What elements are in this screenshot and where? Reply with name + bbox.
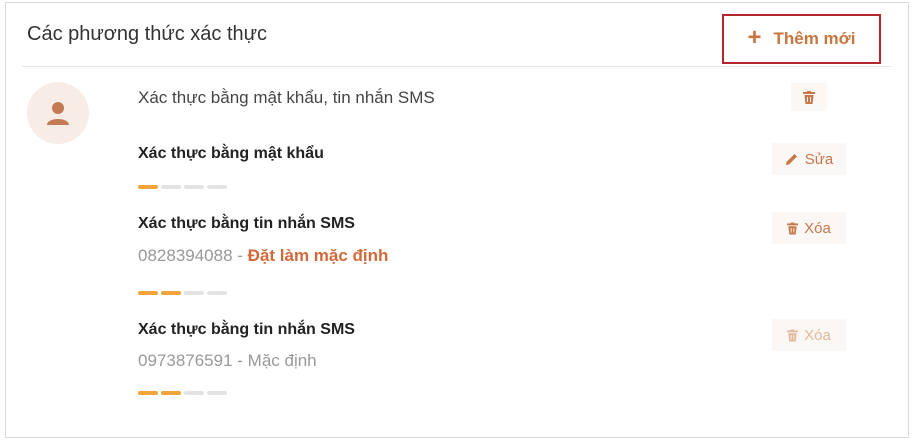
delete-button[interactable]: Xóa [772, 319, 846, 351]
strength-meter [138, 185, 227, 189]
strength-meter [138, 391, 227, 395]
method-title: Xác thực bằng tin nhắn SMS [138, 215, 355, 232]
trash-icon [787, 222, 799, 234]
method-title: Xác thực bằng mật khẩu [138, 145, 324, 162]
separator: - [232, 246, 248, 265]
trash-icon [787, 329, 799, 341]
strength-segment [161, 291, 181, 295]
strength-meter [138, 291, 227, 295]
delete-label: Xóa [804, 219, 831, 237]
strength-segment [138, 391, 158, 395]
auth-methods-panel: Các phương thức xác thực + Thêm mới Xác … [5, 2, 909, 438]
panel-title: Các phương thức xác thực [27, 23, 268, 45]
delete-label: Xóa [804, 326, 831, 344]
pencil-icon [785, 154, 797, 165]
strength-segment [138, 291, 158, 295]
strength-segment [207, 185, 227, 189]
phone-number: 0973876591 [138, 351, 233, 370]
avatar [27, 82, 89, 144]
methods-summary: Xác thực bằng mật khẩu, tin nhắn SMS [138, 88, 435, 107]
strength-segment [184, 391, 204, 395]
default-status: Mặc định [247, 351, 317, 370]
strength-segment [207, 391, 227, 395]
delete-all-button[interactable] [791, 83, 827, 111]
phone-number: 0828394088 [138, 246, 233, 265]
add-new-button[interactable]: + Thêm mới [722, 14, 881, 64]
strength-segment [184, 291, 204, 295]
set-default-link[interactable]: Đặt làm mặc định [248, 246, 389, 265]
method-detail: 0828394088 - Đặt làm mặc định [138, 246, 388, 266]
strength-segment [207, 291, 227, 295]
strength-segment [161, 391, 181, 395]
strength-segment [138, 185, 158, 189]
edit-button[interactable]: Sửa [772, 143, 846, 175]
strength-segment [184, 185, 204, 189]
divider [22, 66, 892, 67]
strength-segment [161, 185, 181, 189]
separator: - [232, 351, 248, 370]
plus-icon: + [747, 24, 762, 51]
trash-icon [803, 90, 815, 104]
delete-button[interactable]: Xóa [772, 212, 846, 244]
edit-label: Sửa [804, 150, 834, 168]
add-new-label: Thêm mới [773, 29, 856, 48]
method-title: Xác thực bằng tin nhắn SMS [138, 321, 355, 338]
user-icon [47, 102, 69, 125]
method-detail: 0973876591 - Mặc định [138, 351, 317, 371]
